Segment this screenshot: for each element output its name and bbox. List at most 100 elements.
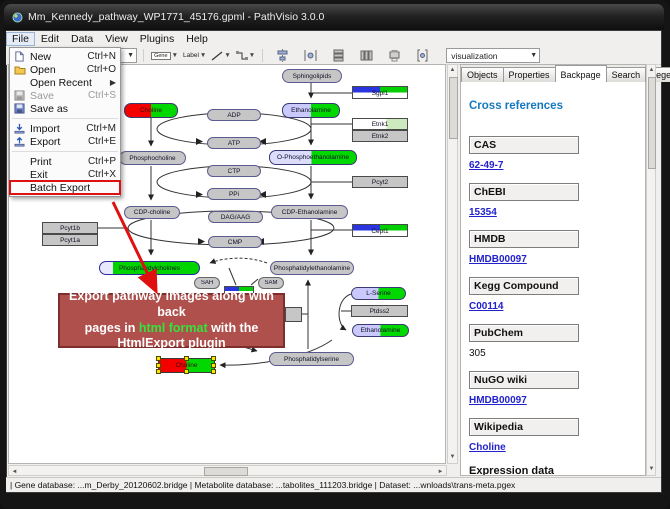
pathway-node-pcyt1b[interactable]: Pcyt1b <box>42 222 98 234</box>
menu-edit[interactable]: Edit <box>35 32 65 46</box>
pathway-node-pcyt2[interactable]: Pcyt2 <box>352 176 408 188</box>
scroll-down-icon[interactable]: ▼ <box>448 453 457 462</box>
connector-tool-button[interactable]: ▼ <box>235 48 256 64</box>
menu-view[interactable]: View <box>99 32 134 46</box>
pathway-node-ppi[interactable]: PPi <box>207 188 261 200</box>
canvas-horizontal-scrollbar[interactable]: ◄ ► <box>8 465 447 476</box>
scroll-up-icon[interactable]: ▲ <box>647 66 656 75</box>
scrollbar-thumb[interactable] <box>204 467 248 476</box>
pathway-node-phosphatidylserine[interactable]: Phosphatidylserine <box>269 352 354 366</box>
pathway-node-gene-box-small[interactable] <box>285 307 302 322</box>
chevron-down-icon[interactable]: ▼ <box>172 52 178 59</box>
menu-file[interactable]: File <box>6 32 35 46</box>
pathway-node-adp[interactable]: ADP <box>207 109 261 121</box>
label-tool-button[interactable]: Label ▼ <box>182 48 207 64</box>
xref-section-wikipedia: WikipediaCholine <box>469 418 645 453</box>
stack-horizontal-button[interactable] <box>357 48 375 64</box>
pathway-node-l-serine[interactable]: L-Serine <box>351 287 406 300</box>
menu-data[interactable]: Data <box>65 32 99 46</box>
selection-handle[interactable] <box>184 369 189 374</box>
xref-link[interactable]: 15354 <box>469 207 497 218</box>
menu-item-label: Export <box>27 136 82 148</box>
scroll-right-icon[interactable]: ► <box>436 468 445 477</box>
menu-item-new[interactable]: NewCtrl+N <box>10 50 120 63</box>
menu-item-save-as[interactable]: Save as <box>10 102 120 115</box>
pathway-node-ctp[interactable]: CTP <box>207 165 261 177</box>
chevron-down-icon[interactable]: ▼ <box>249 52 255 59</box>
xref-link[interactable]: 62-49-7 <box>469 160 503 171</box>
menu-item-label: Save <box>27 90 82 102</box>
menu-plugins[interactable]: Plugins <box>134 32 180 46</box>
pathway-node-sah[interactable]: SAH <box>194 277 220 289</box>
datanode-tool-button[interactable]: Gene ▼ <box>150 48 179 64</box>
canvas-vertical-scrollbar[interactable]: ▲ ▼ <box>447 64 458 464</box>
chevron-down-icon[interactable]: ▼ <box>224 52 230 59</box>
pathway-node-ethanolamine-bottom[interactable]: Ethanolamine <box>352 324 409 337</box>
pathway-node-phosphatidylcholines[interactable]: Phosphatidylcholines <box>99 261 200 275</box>
stack-vertical-button[interactable] <box>329 48 347 64</box>
tab-objects[interactable]: Objects <box>461 67 504 82</box>
pathway-node-cept1[interactable]: Cept1 <box>352 224 408 237</box>
scrollbar-thumb[interactable] <box>449 77 458 139</box>
pathway-node-etnk1[interactable]: Etnk1 <box>352 118 408 130</box>
scroll-left-icon[interactable]: ◄ <box>10 468 19 477</box>
scroll-down-icon[interactable]: ▼ <box>647 465 656 474</box>
chevron-down-icon[interactable]: ▼ <box>200 52 206 59</box>
menu-item-print[interactable]: PrintCtrl+P <box>10 155 120 168</box>
tab-properties[interactable]: Properties <box>503 67 556 82</box>
toolbar-separator <box>262 49 263 62</box>
tab-backpage[interactable]: Backpage <box>555 65 607 82</box>
visualization-combobox[interactable]: visualization ▼ <box>446 48 540 63</box>
menu-item-save[interactable]: SaveCtrl+S <box>10 89 120 102</box>
distribute-horizontal-button[interactable] <box>301 48 319 64</box>
pathway-node-phosphocholine[interactable]: Phosphocholine <box>119 151 186 165</box>
selection-handle[interactable] <box>211 369 216 374</box>
selection-handle[interactable] <box>156 369 161 374</box>
menu-item-import[interactable]: ImportCtrl+M <box>10 122 120 135</box>
node-label: O-Phosphoethanolamine <box>277 154 349 161</box>
selection-handle[interactable] <box>156 363 161 368</box>
pathway-node-cdp-choline[interactable]: CDP-choline <box>124 206 180 219</box>
chevron-down-icon[interactable]: ▼ <box>524 52 537 59</box>
chevron-down-icon[interactable]: ▼ <box>121 52 134 59</box>
scrollbar-thumb[interactable] <box>648 77 656 169</box>
menu-item-open[interactable]: OpenCtrl+O <box>10 63 120 76</box>
pathway-node-o-phosphoethanolamine[interactable]: O-Phosphoethanolamine <box>269 150 357 165</box>
scroll-up-icon[interactable]: ▲ <box>448 66 457 75</box>
xref-link[interactable]: HMDB00097 <box>469 254 527 265</box>
pathway-node-atp[interactable]: ATP <box>207 137 261 149</box>
pathway-node-ethanolamine-top[interactable]: Ethanolamine <box>282 103 340 118</box>
align-top-button[interactable] <box>385 48 403 64</box>
pathway-node-etnk2[interactable]: Etnk2 <box>352 130 408 142</box>
pathway-node-choline-selected[interactable]: Choline <box>158 358 215 373</box>
pathway-node-pcyt1a[interactable]: Pcyt1a <box>42 234 98 246</box>
pathway-node-sgpl1[interactable]: Sgpl1 <box>352 86 408 99</box>
pathway-node-dag-aag[interactable]: DAG/AAG <box>208 211 263 223</box>
selection-handle[interactable] <box>211 363 216 368</box>
menu-item-batch-export[interactable]: Batch Export <box>10 181 120 194</box>
layout-button[interactable] <box>413 48 431 64</box>
menu-item-export[interactable]: ExportCtrl+E <box>10 135 120 148</box>
pathway-node-choline-top[interactable]: Choline <box>124 103 178 118</box>
pathway-node-cdp-ethanolamine[interactable]: CDP-Ethanolamine <box>271 205 348 219</box>
xref-link[interactable]: Choline <box>469 442 506 453</box>
sidebar-vertical-scrollbar[interactable]: ▲ ▼ <box>646 64 656 476</box>
xref-link[interactable]: HMDB00097 <box>469 395 527 406</box>
menu-help[interactable]: Help <box>180 32 214 46</box>
pathway-node-sam[interactable]: SAM <box>258 277 284 289</box>
align-center-x-button[interactable] <box>273 48 291 64</box>
titlebar[interactable]: Mm_Kennedy_pathway_WP1771_45176.gpml - P… <box>4 4 664 30</box>
pathway-node-ptdss2[interactable]: Ptdss2 <box>351 305 408 317</box>
xref-link[interactable]: C00114 <box>469 301 503 312</box>
selection-handle[interactable] <box>211 356 216 361</box>
menu-item-exit[interactable]: ExitCtrl+X <box>10 168 120 181</box>
pathway-node-sphingolipids[interactable]: Sphingolipids <box>282 69 342 83</box>
selection-handle[interactable] <box>156 356 161 361</box>
tab-search[interactable]: Search <box>606 67 647 82</box>
menu-item-open-recent[interactable]: Open Recent▶ <box>10 76 120 89</box>
pathway-node-cmp[interactable]: CMP <box>208 236 262 248</box>
line-tool-button[interactable]: ▼ <box>210 48 231 64</box>
pathway-node-phosphatidylethanolamine[interactable]: Phosphatidylethanolamine <box>270 261 354 275</box>
selection-handle[interactable] <box>184 356 189 361</box>
stack-horizontal-icon <box>360 49 373 62</box>
